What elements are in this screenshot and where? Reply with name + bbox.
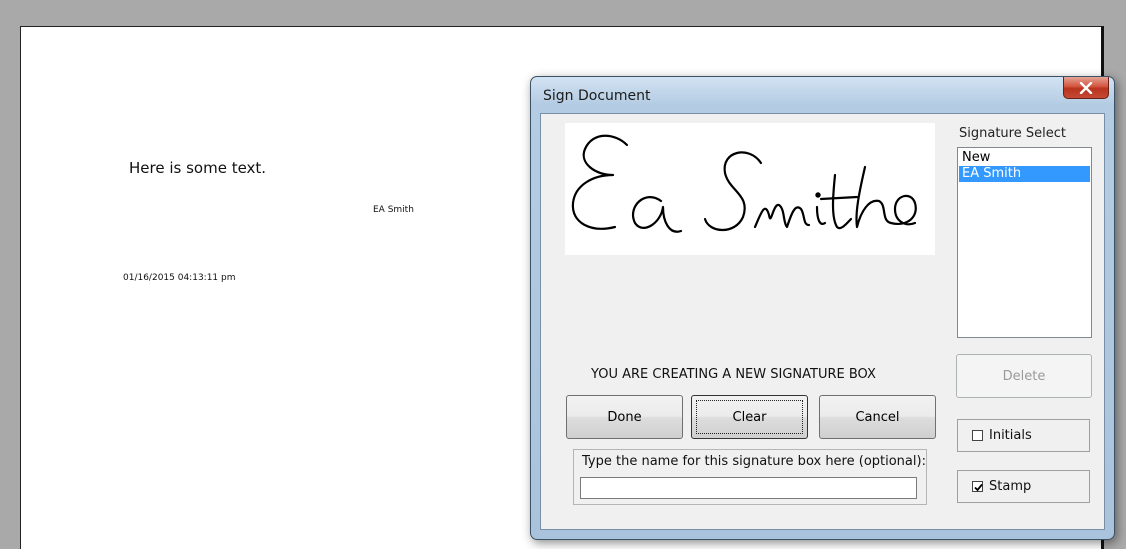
cancel-button-label: Cancel [855, 409, 900, 425]
stamp-checkbox-group[interactable]: Stamp [957, 470, 1090, 503]
close-button[interactable] [1063, 77, 1109, 99]
initials-checkbox[interactable] [972, 430, 983, 441]
name-group: Type the name for this signature box her… [573, 449, 927, 505]
delete-button[interactable]: Delete [956, 354, 1092, 398]
stamp-label: Stamp [989, 479, 1032, 494]
signature-box-name-input[interactable] [580, 477, 917, 499]
initials-label: Initials [989, 428, 1032, 443]
clear-button[interactable]: Clear [691, 395, 808, 439]
document-body-text: Here is some text. [129, 159, 267, 177]
document-timestamp: 01/16/2015 04:13:11 pm [123, 273, 236, 283]
signature-select-label: Signature Select [959, 126, 1066, 141]
done-button[interactable]: Done [566, 395, 683, 439]
status-message: YOU ARE CREATING A NEW SIGNATURE BOX [591, 367, 876, 382]
document-signer-name: EA Smith [373, 205, 414, 215]
list-item-ea-smith[interactable]: EA Smith [959, 166, 1090, 182]
list-item-new[interactable]: New [959, 150, 1090, 166]
name-prompt-label: Type the name for this signature box her… [582, 454, 926, 469]
signature-listbox[interactable]: New EA Smith [957, 147, 1092, 338]
checkmark-icon [974, 483, 983, 492]
cancel-button[interactable]: Cancel [819, 395, 936, 439]
done-button-label: Done [607, 409, 642, 425]
sign-document-dialog: Sign Document Signature Select New EA Sm… [530, 76, 1115, 540]
dialog-titlebar[interactable]: Sign Document [531, 77, 1114, 113]
delete-button-label: Delete [1002, 368, 1046, 384]
dialog-title: Sign Document [543, 88, 651, 104]
close-icon [1079, 81, 1093, 94]
focus-rectangle [696, 400, 803, 434]
dialog-client-area: Signature Select New EA Smith YOU ARE CR… [540, 113, 1105, 530]
handwritten-signature [571, 134, 917, 233]
stamp-checkbox[interactable] [972, 481, 983, 492]
signature-canvas[interactable] [565, 123, 935, 255]
initials-checkbox-group[interactable]: Initials [957, 419, 1090, 452]
